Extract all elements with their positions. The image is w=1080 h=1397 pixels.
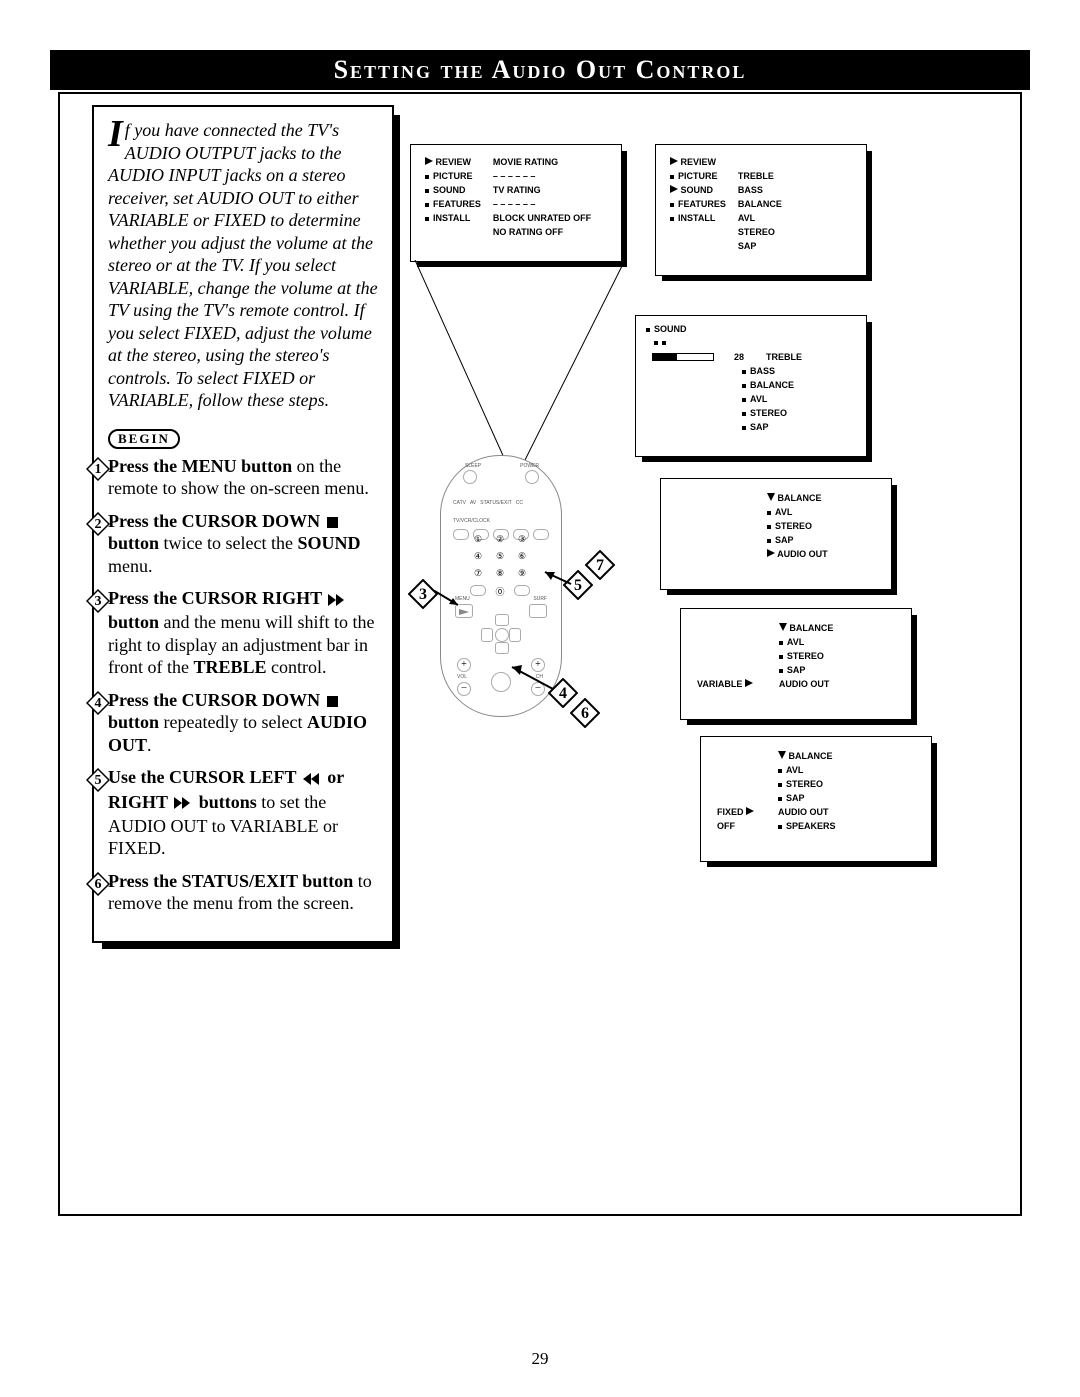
svg-text:3: 3 bbox=[95, 594, 102, 609]
page: Setting the Audio Out Control If you hav… bbox=[0, 0, 1080, 1397]
remote-oval-button[interactable] bbox=[470, 585, 486, 596]
cursor-up[interactable] bbox=[495, 614, 509, 626]
page-number: 29 bbox=[0, 1349, 1080, 1369]
treble-slider bbox=[652, 353, 714, 361]
svg-text:3: 3 bbox=[419, 586, 427, 603]
cursor-right[interactable] bbox=[509, 628, 521, 642]
step-4: 4 Press the CURSOR DOWN button repeatedl… bbox=[108, 689, 378, 757]
step-badge-4: 4 bbox=[86, 691, 110, 715]
svg-text:2: 2 bbox=[95, 517, 102, 532]
monitor-icon bbox=[980, 52, 1020, 90]
osd-screen-fixed: BALANCE AVL STEREO SAP FIXED AUDIO OUT O… bbox=[700, 736, 932, 862]
osd-screen-features: REVIEWMOVIE RATING PICTURE– – – – – – SO… bbox=[410, 144, 622, 262]
osd-screen-audioout: BALANCE AVL STEREO SAP AUDIO OUT bbox=[660, 478, 892, 590]
sleep-button[interactable] bbox=[463, 470, 477, 484]
pointer-icon bbox=[425, 157, 433, 165]
callout-7: 7 bbox=[585, 550, 615, 580]
callout-arrow bbox=[510, 665, 555, 693]
callout-arrow bbox=[543, 570, 573, 590]
svg-text:5: 5 bbox=[95, 773, 102, 788]
svg-text:7: 7 bbox=[596, 557, 604, 574]
vol-up[interactable]: + bbox=[457, 658, 471, 672]
callout-arrow bbox=[433, 590, 458, 608]
svg-text:4: 4 bbox=[95, 696, 102, 711]
instruction-box: If you have connected the TV's AUDIO OUT… bbox=[92, 105, 394, 943]
cursor-down[interactable] bbox=[495, 642, 509, 654]
step-badge-2: 2 bbox=[86, 512, 110, 536]
remote-oval-button[interactable] bbox=[514, 585, 530, 596]
svg-text:1: 1 bbox=[95, 462, 102, 477]
surf-button[interactable] bbox=[529, 604, 547, 618]
cursor-ok[interactable] bbox=[495, 628, 509, 642]
begin-label: BEGIN bbox=[108, 429, 180, 449]
osd-screen-variable: BALANCE AVL STEREO SAP VARIABLE AUDIO OU… bbox=[680, 608, 912, 720]
fast-forward-icon bbox=[174, 792, 192, 815]
step-badge-1: 1 bbox=[86, 457, 110, 481]
svg-text:5: 5 bbox=[574, 577, 582, 594]
rewind-icon bbox=[303, 768, 321, 791]
step-2: 2 Press the CURSOR DOWN button twice to … bbox=[108, 510, 378, 578]
step-3: 3 Press the CURSOR RIGHT button and the … bbox=[108, 587, 378, 679]
svg-text:6: 6 bbox=[95, 877, 102, 892]
step-badge-3: 3 bbox=[86, 589, 110, 613]
projection-beam bbox=[405, 260, 635, 470]
remote-oval-button[interactable] bbox=[533, 529, 549, 540]
step-1: 1 Press the MENU button on the remote to… bbox=[108, 455, 378, 500]
svg-text:4: 4 bbox=[559, 685, 567, 702]
step-badge-5: 5 bbox=[86, 768, 110, 792]
stop-icon bbox=[327, 517, 338, 528]
osd-screen-sound-list: REVIEW PICTURETREBLE SOUNDBASS FEATURESB… bbox=[655, 144, 867, 276]
vol-down[interactable]: – bbox=[457, 682, 471, 696]
stop-icon bbox=[327, 696, 338, 707]
step-5: 5 Use the CURSOR LEFT or RIGHT buttons t… bbox=[108, 766, 378, 859]
step-badge-6: 6 bbox=[86, 872, 110, 896]
step-6: 6 Press the STATUS/EXIT button to remove… bbox=[108, 870, 378, 915]
intro-text: If you have connected the TV's AUDIO OUT… bbox=[108, 119, 378, 412]
page-title: Setting the Audio Out Control bbox=[50, 50, 1030, 90]
fast-forward-icon bbox=[328, 589, 346, 612]
callout-6: 6 bbox=[570, 698, 600, 728]
title-bar: Setting the Audio Out Control bbox=[50, 50, 1030, 90]
svg-text:6: 6 bbox=[581, 705, 589, 722]
power-button[interactable] bbox=[525, 470, 539, 484]
center-button[interactable] bbox=[491, 672, 511, 692]
osd-screen-treble: SOUND 28 TREBLE BASS BALANCE AVL STEREO … bbox=[635, 315, 867, 457]
cursor-left[interactable] bbox=[481, 628, 493, 642]
